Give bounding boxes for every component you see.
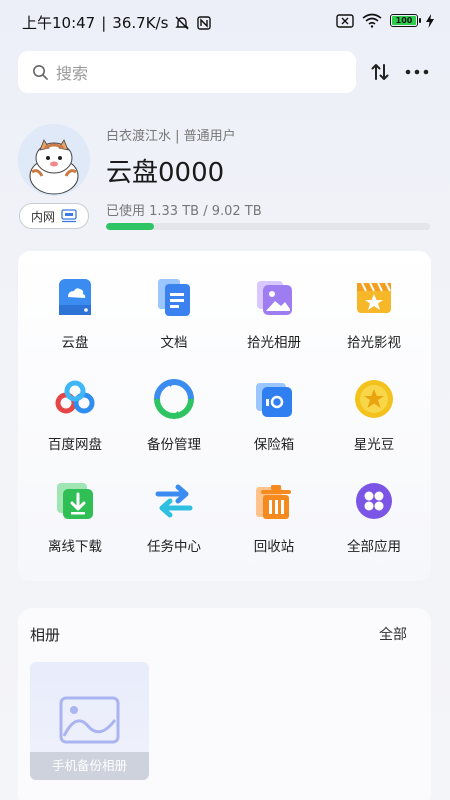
offline-download-icon — [53, 479, 97, 523]
search-icon — [33, 65, 48, 80]
transfer-button[interactable] — [366, 58, 394, 86]
recycle-bin-icon — [252, 479, 296, 523]
safe-icon — [252, 377, 296, 421]
network-badge[interactable]: 内网 — [19, 203, 89, 229]
all-apps-icon — [352, 479, 396, 523]
document-icon — [152, 275, 196, 319]
album-section: 相册 全部 手机备份相册 — [18, 608, 431, 800]
grid-item-label: 云盘 — [61, 335, 89, 351]
grid-item-recycle-bin[interactable]: 回收站 — [224, 455, 324, 555]
network-badge-label: 内网 — [30, 209, 55, 224]
charging-icon — [426, 13, 434, 28]
album-tile-caption: 手机备份相册 — [30, 752, 149, 780]
bell-muted-icon — [175, 16, 190, 29]
grid-item-offline-download[interactable]: 离线下载 — [25, 455, 125, 555]
grid-item-label: 备份管理 — [147, 437, 201, 453]
storage-usage-text: 已使用 1.33 TB / 9.02 TB — [106, 204, 262, 219]
grid-item-label: 文档 — [160, 335, 188, 351]
grid-item-backup[interactable]: 备份管理 — [124, 353, 224, 453]
photo-album-icon — [252, 275, 296, 319]
wifi-icon — [362, 13, 382, 28]
storage-usage-bar — [106, 223, 430, 230]
grid-item-label: 保险箱 — [253, 437, 295, 453]
grid-item-photo-album[interactable]: 拾光相册 — [224, 251, 324, 351]
grid-item-label: 星光豆 — [353, 437, 395, 453]
grid-item-label: 任务中心 — [147, 539, 201, 555]
status-left: 上午10:47 | 36.7K/s — [22, 12, 212, 33]
album-view-all-link[interactable]: 全部 — [379, 624, 407, 644]
avatar-image — [18, 124, 90, 196]
more-button[interactable] — [403, 58, 431, 86]
grid-item-baidu-netdisk[interactable]: 百度网盘 — [25, 353, 125, 453]
transfer-arrows-icon — [371, 64, 389, 80]
backup-icon — [152, 377, 196, 421]
avatar[interactable] — [18, 124, 90, 196]
grid-item-video[interactable]: 拾光影视 — [324, 251, 424, 351]
battery-icon: 100 — [390, 14, 421, 27]
grid-item-task-center[interactable]: 任务中心 — [124, 455, 224, 555]
sim-off-icon — [336, 13, 354, 28]
star-bean-icon — [352, 377, 396, 421]
grid-item-document[interactable]: 文档 — [124, 251, 224, 351]
video-icon — [352, 275, 396, 319]
grid-item-label: 百度网盘 — [48, 437, 102, 453]
nfc-icon — [197, 15, 212, 30]
cloud-drive-icon — [53, 275, 97, 319]
status-bar: 上午10:47 | 36.7K/s 100 — [0, 0, 450, 44]
storage-usage-fill — [106, 223, 154, 230]
album-section-title: 相册 — [30, 626, 61, 644]
task-center-icon — [152, 479, 196, 523]
album-tile[interactable]: 手机备份相册 — [30, 662, 149, 780]
grid-item-label: 拾光相册 — [247, 335, 301, 351]
search-input[interactable]: 搜索 — [18, 51, 356, 93]
disk-title[interactable]: 云盘0000 — [106, 152, 224, 189]
grid-item-cloud-drive[interactable]: 云盘 — [25, 251, 125, 351]
user-info: 白衣渡江水 | 普通用户 — [106, 129, 236, 144]
battery-level: 100 — [392, 16, 416, 25]
grid-item-label: 回收站 — [253, 539, 295, 555]
grid-item-star-bean[interactable]: 星光豆 — [324, 353, 424, 453]
search-placeholder: 搜索 — [56, 64, 89, 83]
app-grid: 云盘 文档 拾光相册 拾光影视百度网盘 备份管理 保险箱 星光豆离线下载 任务中心 回收站 全部应… — [18, 251, 431, 581]
status-divider: | — [101, 13, 107, 32]
status-right: 100 — [336, 13, 434, 28]
grid-item-label: 离线下载 — [48, 539, 102, 555]
grid-item-all-apps[interactable]: 全部应用 — [324, 455, 424, 555]
status-speed: 36.7K/s — [112, 13, 169, 32]
grid-item-label: 全部应用 — [347, 539, 401, 555]
baidu-netdisk-icon — [53, 377, 97, 421]
grid-item-label: 拾光影视 — [347, 335, 401, 351]
grid-item-safe[interactable]: 保险箱 — [224, 353, 324, 453]
lan-icon — [61, 209, 77, 223]
status-time: 上午10:47 — [22, 14, 96, 32]
more-dots-icon — [405, 69, 429, 75]
